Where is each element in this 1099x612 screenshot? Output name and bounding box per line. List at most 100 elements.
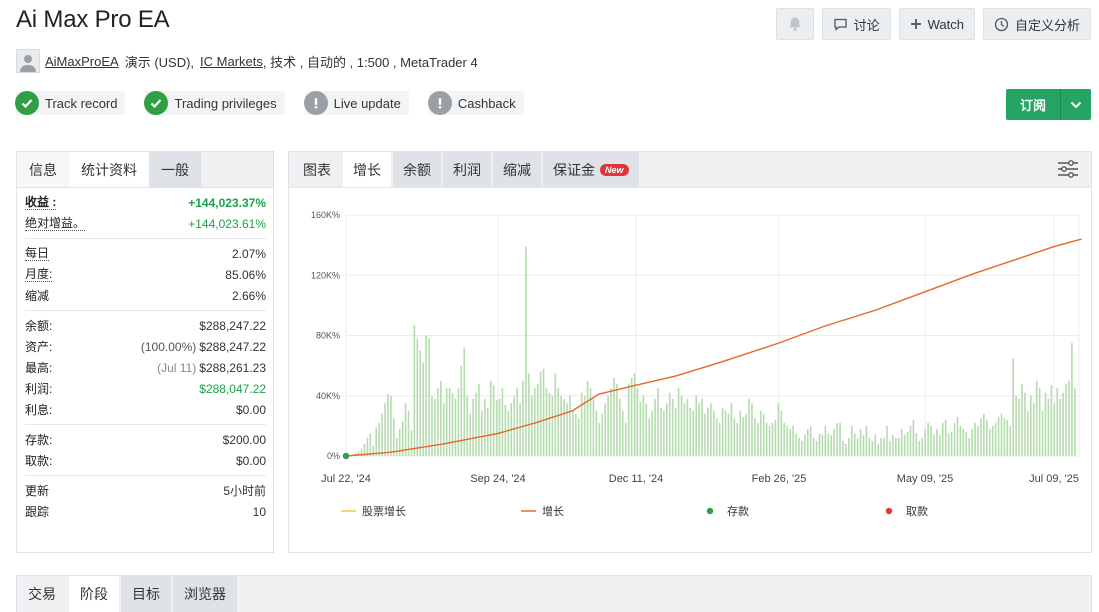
tab-margin[interactable]: 保证金 New <box>543 152 639 187</box>
custom-analysis-button[interactable]: 自定义分析 <box>982 8 1091 40</box>
profit-bar <box>554 373 557 456</box>
profit-bar <box>839 422 841 456</box>
legend-label: 增长 <box>542 504 564 518</box>
tab-goals[interactable]: 目标 <box>121 576 171 612</box>
stat-label[interactable]: 绝对增益。 <box>25 216 86 231</box>
profit-bar <box>1030 395 1032 456</box>
tab-statistics[interactable]: 统计资料 <box>69 152 149 187</box>
chart-settings-button[interactable] <box>1057 159 1079 184</box>
stat-label[interactable]: 月度: <box>25 267 53 282</box>
growth-chart: 0% 40K% 80K% 120K% 160K% Jul 22, '24 Sep 24, '… <box>311 210 1082 518</box>
tab-browser[interactable]: 浏览器 <box>173 576 237 612</box>
profit-bar <box>1003 418 1006 456</box>
account-name-link[interactable]: AiMaxProEA <box>45 54 119 69</box>
subscribe-button-group: 订阅 <box>1005 89 1091 120</box>
tab-trades[interactable]: 交易 <box>17 576 67 612</box>
tab-info[interactable]: 信息 <box>17 152 69 187</box>
notification-button[interactable] <box>775 8 814 40</box>
profit-bar <box>724 410 727 456</box>
tab-drawdown[interactable]: 缩减 <box>493 152 541 187</box>
profit-bar <box>933 434 935 456</box>
stat-value: $0.00 <box>235 402 266 417</box>
profit-bar <box>639 401 642 456</box>
y-tick-label: 0% <box>327 451 340 461</box>
y-tick-label: 80K% <box>316 331 340 341</box>
stat-value-group: (Jul 11) $288,261.23 <box>157 361 266 375</box>
profit-bar <box>1053 403 1056 456</box>
profit-bar <box>900 428 903 456</box>
stat-value: +144,023.61% <box>188 216 266 231</box>
avatar[interactable] <box>16 49 40 73</box>
profit-bar <box>445 388 448 456</box>
profit-bar <box>759 410 762 456</box>
profit-bar <box>469 413 471 456</box>
stat-label[interactable]: 收益 : <box>25 195 57 210</box>
profit-bar <box>909 425 912 457</box>
profit-bar <box>695 395 697 456</box>
badge-track-record[interactable]: Track record <box>15 91 126 115</box>
profit-bar <box>868 437 871 456</box>
profit-bar <box>668 392 671 456</box>
profit-bar <box>1012 358 1015 456</box>
verification-badges: Track record Trading privileges Live upd… <box>15 91 524 115</box>
stat-label[interactable]: 每日 <box>25 246 50 261</box>
stats-panel: 信息 统计资料 一般 收益 : +144,023.37% 绝对增益。 +144,… <box>16 151 274 553</box>
tab-chart[interactable]: 图表 <box>293 152 341 187</box>
subscribe-dropdown[interactable] <box>1061 89 1091 120</box>
tab-margin-label: 保证金 <box>553 161 595 178</box>
profit-bar <box>395 437 398 456</box>
tab-general[interactable]: 一般 <box>149 152 201 187</box>
profit-bar <box>657 388 659 456</box>
profit-bar <box>378 422 380 456</box>
watch-button[interactable]: Watch <box>898 8 975 40</box>
profit-bar <box>666 403 668 456</box>
profit-bar <box>595 410 598 456</box>
profit-bar <box>947 433 950 456</box>
profit-bar <box>777 403 780 456</box>
profit-bar <box>1068 380 1070 456</box>
tab-growth[interactable]: 增长 <box>343 152 391 187</box>
subscribe-button[interactable]: 订阅 <box>1006 89 1061 120</box>
badge-live-update[interactable]: Live update <box>303 91 409 115</box>
profit-bar <box>795 433 797 456</box>
profit-bar <box>680 395 683 456</box>
broker-link[interactable]: IC Markets <box>200 54 263 69</box>
discuss-button[interactable]: 讨论 <box>821 8 891 40</box>
profit-bar <box>944 419 947 456</box>
profit-bar <box>492 385 495 456</box>
profit-bar <box>962 428 965 456</box>
profit-bar <box>751 403 753 456</box>
badge-trading-privileges[interactable]: Trading privileges <box>144 91 285 115</box>
profit-bar <box>648 418 651 456</box>
profit-bar <box>959 425 962 457</box>
badge-cashback[interactable]: Cashback <box>427 91 524 115</box>
profit-bar <box>533 388 536 456</box>
tab-balance[interactable]: 余额 <box>393 152 441 187</box>
profit-bar <box>827 433 830 456</box>
profit-bar <box>830 434 833 456</box>
profit-bar <box>915 433 918 456</box>
profit-bar <box>1038 388 1041 456</box>
profit-bar <box>1015 395 1017 456</box>
profit-bar <box>677 388 680 456</box>
profit-bar <box>988 428 991 456</box>
profit-bar <box>1035 380 1038 456</box>
tab-periods[interactable]: 阶段 <box>69 576 119 612</box>
profit-bar <box>983 413 985 456</box>
profit-bar <box>971 428 973 456</box>
profit-bar <box>686 398 689 456</box>
profit-bar <box>1050 385 1053 456</box>
profit-bar <box>1071 343 1073 456</box>
profit-bar <box>762 413 765 456</box>
profit-bar <box>598 422 601 456</box>
tab-profit[interactable]: 利润 <box>443 152 491 187</box>
profit-bar <box>748 398 750 456</box>
profit-bar <box>486 407 489 456</box>
stat-value: $288,247.22 <box>199 318 266 333</box>
profit-bar <box>627 383 630 456</box>
profit-bar <box>613 377 615 456</box>
profit-bar <box>713 410 715 456</box>
profit-bar <box>1044 392 1047 456</box>
profit-bar <box>622 410 624 456</box>
profit-bar <box>551 395 554 456</box>
